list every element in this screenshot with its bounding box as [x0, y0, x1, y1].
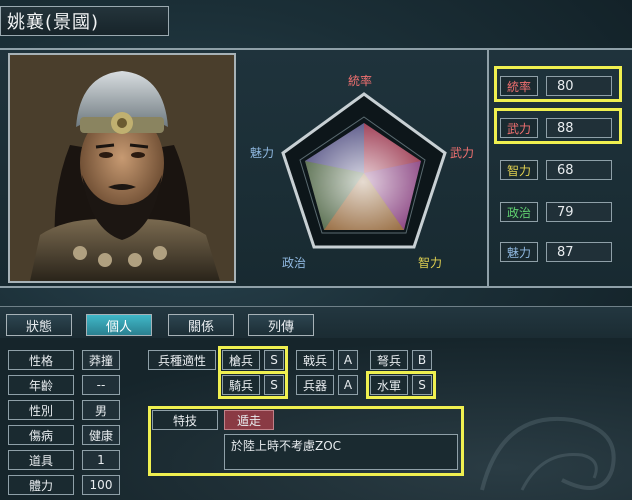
tab-personal[interactable]: 個人: [86, 314, 152, 336]
aptitude-halberd-label: 戟兵: [296, 350, 334, 370]
aptitude-siege-grade: A: [338, 375, 358, 395]
tab-relations[interactable]: 關係: [168, 314, 234, 336]
stat-label: 智力: [500, 160, 538, 180]
tab-biography[interactable]: 列傳: [248, 314, 314, 336]
highlight-war: [494, 108, 622, 144]
officer-name-title: 姚襄(景國): [0, 6, 169, 36]
stat-value: 79: [546, 202, 612, 222]
radar-label-leadership: 統率: [348, 74, 373, 88]
highlight-cavalry: [218, 371, 288, 399]
tab-status[interactable]: 狀態: [6, 314, 72, 336]
highlight-leadership: [494, 66, 622, 102]
aptitude-halberd-grade: A: [338, 350, 358, 370]
stat-value: 87: [546, 242, 612, 262]
stat-label: 政治: [500, 202, 538, 222]
officer-portrait: [8, 53, 236, 283]
radar-label-war: 武力: [450, 146, 475, 160]
aptitude-crossbow-label: 弩兵: [370, 350, 408, 370]
aptitude-header: 兵種適性: [148, 350, 216, 370]
personal-value-age: --: [82, 375, 120, 395]
highlight-navy: [366, 371, 436, 399]
personal-label-personality: 性格: [8, 350, 74, 370]
personal-value-stamina: 100: [82, 475, 120, 495]
panel-divider: [487, 50, 489, 286]
stat-row-politics: 政治 79: [500, 200, 618, 224]
personal-value-personality: 莽撞: [82, 350, 120, 370]
radar-label-intelligence: 智力: [418, 256, 443, 270]
swirl-decoration: [480, 416, 616, 491]
personal-value-injury: 健康: [82, 425, 120, 445]
ability-radar-chart: 統率 武力 智力 政治 魅力: [242, 54, 487, 286]
stat-row-intelligence: 智力 68: [500, 158, 618, 182]
stat-label: 魅力: [500, 242, 538, 262]
aptitude-crossbow-grade: B: [412, 350, 432, 370]
skill-label: 特技: [152, 410, 218, 430]
skill-name-badge: 遁走: [224, 410, 274, 430]
stat-row-charisma: 魅力 87: [500, 240, 618, 264]
personal-value-items: 1: [82, 450, 120, 470]
radar-label-politics: 政治: [282, 256, 307, 270]
highlight-spear: [218, 346, 288, 374]
personal-label-stamina: 體力: [8, 475, 74, 495]
aptitude-siege-label: 兵器: [296, 375, 334, 395]
personal-label-injury: 傷病: [8, 425, 74, 445]
personal-label-gender: 性別: [8, 400, 74, 420]
portrait-illustration: [10, 55, 234, 281]
personal-value-gender: 男: [82, 400, 120, 420]
stat-value: 68: [546, 160, 612, 180]
personal-label-age: 年齡: [8, 375, 74, 395]
radar-label-charisma: 魅力: [250, 146, 275, 160]
skill-description: 於陸上時不考慮ZOC: [224, 434, 458, 470]
personal-label-items: 道具: [8, 450, 74, 470]
